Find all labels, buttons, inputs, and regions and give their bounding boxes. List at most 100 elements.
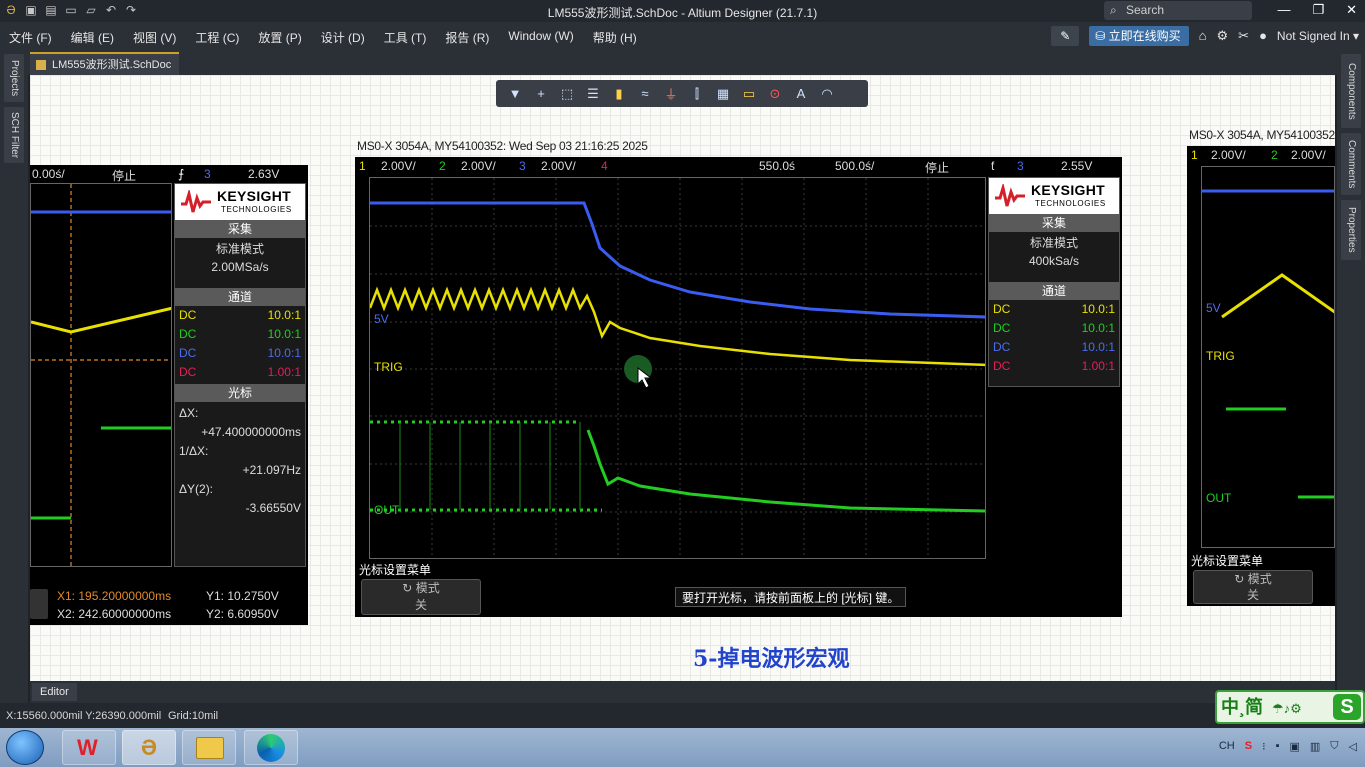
arc-icon[interactable]: ◠ (818, 86, 836, 102)
ch1-scale: 2.00V/ (381, 159, 416, 173)
wps-taskbar-button[interactable]: W (62, 730, 116, 765)
language-indicator-icon[interactable]: CH (1219, 740, 1235, 753)
right-ch2-out-label: OUT (1206, 491, 1232, 505)
brand-name: KEYSIGHT (1031, 182, 1105, 198)
menu-design[interactable]: 设计 (D) (321, 29, 365, 46)
menu-edit[interactable]: 编辑 (E) (71, 29, 114, 46)
menu-reports[interactable]: 报告 (R) (445, 29, 489, 46)
ch2-scale: 2.00V/ (461, 159, 496, 173)
bus-icon[interactable]: ⫿ (688, 86, 706, 102)
ime-mode-label: 中¸简 (1221, 697, 1263, 717)
menu-file[interactable]: 文件 (F) (9, 29, 52, 46)
main-scope-header: MS0-X 3054A, MY54100352: Wed Sep 03 21:1… (357, 139, 648, 153)
menu-place[interactable]: 放置 (P) (258, 29, 301, 46)
keysight-logo: KEYSIGHT TECHNOLOGIES (175, 184, 305, 220)
tray-expand-icon[interactable]: ▪ (1276, 740, 1280, 753)
ch1-probe: 10.0:1 (267, 308, 301, 322)
maximize-button[interactable]: ❐ (1312, 2, 1324, 18)
trigger-channel: 3 (1017, 159, 1024, 173)
cart-icon: ⛁ (1095, 28, 1109, 43)
sample-rate: 400kSa/s (1028, 254, 1080, 268)
home-icon[interactable]: ⌂ (1199, 28, 1207, 43)
ch2-coupling: DC (993, 321, 1011, 335)
trigger-edge-icon: ƭ (991, 159, 995, 173)
user-icon[interactable]: ● (1259, 28, 1267, 43)
port-icon[interactable]: ▭ (740, 86, 758, 102)
menu-window[interactable]: Window (W) (508, 29, 573, 46)
acquire-mode: 标准模式 (1029, 236, 1078, 250)
left-waveforms (31, 184, 171, 566)
scope-capture-main: 1 2.00V/ 2 2.00V/ 3 2.00V/ 4 550.0ś 500.… (355, 157, 1122, 617)
components-panel-tab[interactable]: Components (1341, 54, 1361, 128)
menu-bar: 文件 (F) 编辑 (E) 视图 (V) 工程 (C) 放置 (P) 设计 (D… (0, 22, 1365, 49)
properties-panel-tab[interactable]: Properties (1341, 200, 1361, 260)
power-port-icon[interactable]: ⏚ (662, 84, 680, 103)
menu-help[interactable]: 帮助 (H) (593, 29, 637, 46)
sch-filter-panel-tab[interactable]: SCH Filter (4, 107, 24, 163)
right-ch1-number: 1 (1191, 148, 1198, 162)
filter-icon[interactable]: ▼ (506, 86, 524, 101)
right-ch3-5v-label: 5V (1206, 301, 1221, 315)
buy-online-button[interactable]: ⛁ 立即在线购买 (1089, 25, 1189, 46)
projects-panel-tab[interactable]: Projects (4, 54, 24, 102)
ch2-number: 2 (439, 159, 446, 173)
cursor-menu-title: 光标设置菜单 (359, 563, 432, 577)
right-ch1-scale: 2.00V/ (1211, 148, 1246, 162)
directive-icon[interactable]: ⊙ (766, 86, 784, 102)
action-center-icon[interactable]: ▣ (1289, 740, 1299, 753)
scope-capture-left: 0.00ś/ 停止 ⨍ 3 2.63V KEYSIGHT TECHNOLOGIE… (30, 165, 308, 625)
ime-toolbar[interactable]: 中¸简 ☂♪⚙ S (1215, 690, 1365, 724)
softkey-refresh-icon: ↻ (402, 581, 416, 595)
network-icon[interactable]: ▥ (1310, 740, 1320, 753)
chat-icon[interactable]: ✎ (1051, 25, 1080, 46)
search-placeholder: Search (1126, 3, 1165, 17)
harness-icon[interactable]: ▦ (714, 86, 732, 102)
ch4-coupling: DC (993, 359, 1011, 373)
inverse-delta-x-value: +21.097Hz (242, 463, 301, 477)
cursor-hint: 要打开光标，请按前面板上的 [光标] 键。 (675, 587, 907, 607)
right-mode-softkey[interactable]: ↻ 模式 关 (1193, 570, 1313, 604)
menu-tools[interactable]: 工具 (T) (384, 29, 427, 46)
volume-icon[interactable]: ◁ (1349, 740, 1357, 753)
main-info-panel: KEYSIGHT TECHNOLOGIES 采集 标准模式 400kSa/s 通… (988, 177, 1120, 387)
sogou-tray-icon[interactable]: S (1245, 740, 1252, 753)
minimize-button[interactable]: — (1277, 2, 1290, 18)
altium-taskbar-button[interactable]: Ə (122, 730, 176, 765)
select-rect-icon[interactable]: ⬚ (558, 86, 576, 102)
place-part-icon[interactable]: ▮ (610, 86, 628, 102)
ch3-5v-label: 5V (374, 312, 389, 326)
schematic-canvas[interactable]: ▼ + ⬚ ☰ ▮ ≈ ⏚ ⫿ ▦ ▭ ⊙ A ◠ 0.00ś/ 停止 ⨍ 3 … (30, 75, 1335, 681)
title-bar: Ə ▣ ▤ ▭ ▱ ↶ ↷ LM555波形测试.SchDoc - Altium … (0, 0, 1365, 22)
explorer-taskbar-button[interactable] (182, 730, 236, 765)
grid-size: Grid:10mil (168, 710, 219, 722)
security-icon[interactable]: ⛉ (1330, 740, 1338, 753)
start-button[interactable] (6, 730, 44, 765)
document-tab[interactable]: LM555波形测试.SchDoc (30, 52, 180, 75)
right-trigger-label: TRIG (1206, 349, 1235, 363)
mode-softkey[interactable]: ↻ 模式 关 (361, 579, 481, 615)
text-icon[interactable]: A (792, 86, 810, 101)
comments-panel-tab[interactable]: Comments (1341, 133, 1361, 195)
figure-caption: 5-掉电波形宏观 (693, 646, 850, 672)
sign-in-menu[interactable]: Not Signed In ▾ (1277, 29, 1365, 43)
close-button[interactable]: ✕ (1346, 2, 1357, 18)
move-icon[interactable]: + (532, 86, 550, 101)
editor-tab[interactable]: Editor (32, 683, 77, 701)
edge-taskbar-button[interactable] (244, 730, 298, 765)
active-bar-toolbar: ▼ + ⬚ ☰ ▮ ≈ ⏚ ⫿ ▦ ▭ ⊙ A ◠ (496, 80, 868, 107)
ime-tools-icon: ☂♪⚙ (1272, 701, 1302, 716)
wire-icon[interactable]: ≈ (636, 86, 654, 101)
inverse-delta-x-label: 1/ΔX: (179, 444, 209, 458)
menu-project[interactable]: 工程 (C) (195, 29, 239, 46)
search-box[interactable]: ⌕ Search (1104, 1, 1252, 20)
acquire-mode: 标准模式 (215, 242, 264, 256)
brand-sub: TECHNOLOGIES (1035, 199, 1106, 208)
y1-readout: Y1: 10.2750V (206, 589, 279, 603)
align-icon[interactable]: ☰ (584, 86, 602, 102)
ime-tray-icon[interactable]: ⁝ (1262, 740, 1266, 753)
menu-view[interactable]: 视图 (V) (133, 29, 176, 46)
left-trigger-level: 2.63V (248, 167, 280, 181)
notifications-icon[interactable]: ✂ (1238, 28, 1249, 44)
gear-icon[interactable]: ⚙ (1217, 28, 1229, 44)
ch3-probe: 10.0:1 (267, 346, 301, 360)
